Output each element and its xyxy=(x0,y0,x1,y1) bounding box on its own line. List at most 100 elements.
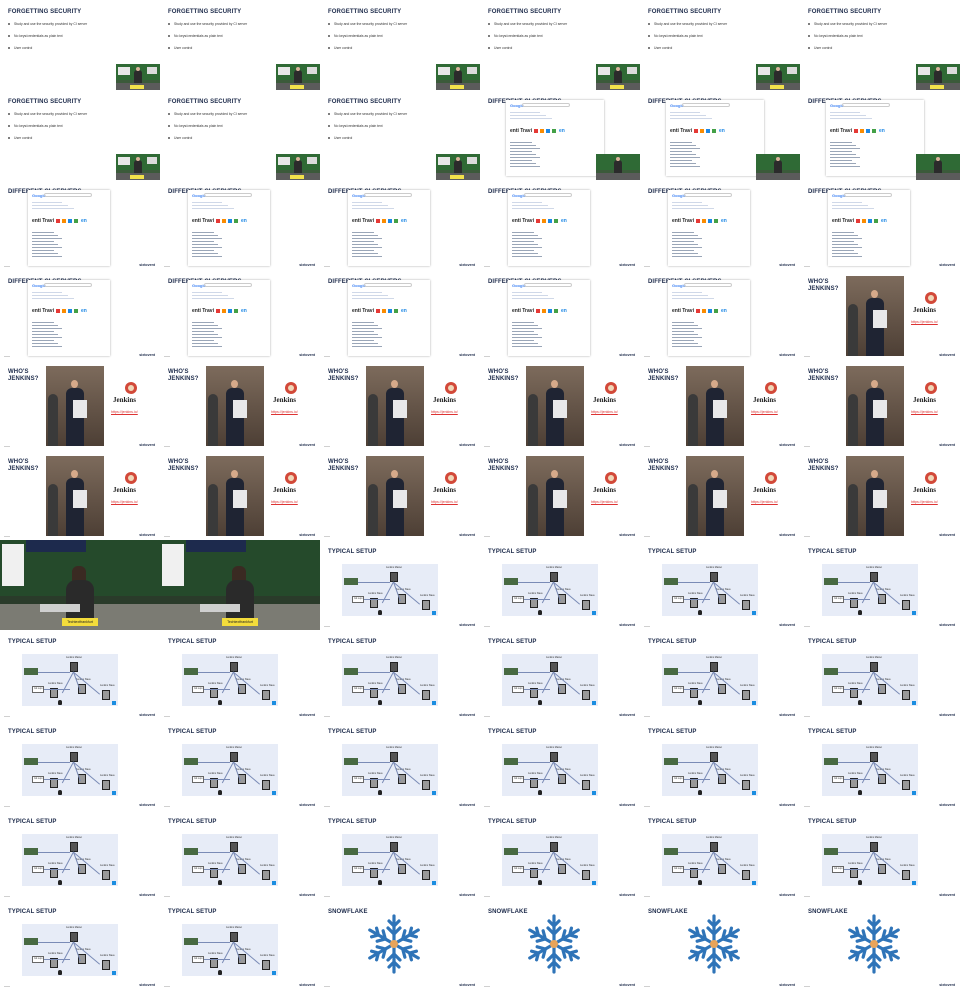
slide-thumbnail[interactable]: DIFFERENT CI SERVERSGoogleenti Traviensi… xyxy=(640,270,800,360)
slide-thumbnail[interactable]: WHO'S JENKINS? Jenkins https://jenkins.io/… xyxy=(800,270,960,360)
jenkins-link[interactable]: https://jenkins.io/ xyxy=(591,410,618,414)
slide-thumbnail[interactable]: TYPICAL SETUP Jenkins Master Git repo Jenki… xyxy=(480,540,640,630)
brand-logo: sixtovent xyxy=(939,353,955,357)
result-line xyxy=(192,298,234,299)
slide-thumbnail[interactable]: WHO'S JENKINS? Jenkins https://jenkins.io/… xyxy=(0,360,160,450)
slide-thumbnail[interactable]: TYPICAL SETUP Jenkins Master Git repo Jenki… xyxy=(160,720,320,810)
slide-thumbnail[interactable]: FORGETTING SECURITY Study and use the sec… xyxy=(320,0,480,90)
slide-thumbnail[interactable]: TYPICAL SETUP Jenkins Master Git repo Jenki… xyxy=(800,630,960,720)
jenkins-link[interactable]: https://jenkins.io/ xyxy=(431,410,458,414)
slide-thumbnail[interactable]: WHO'S JENKINS? Jenkins https://jenkins.io/… xyxy=(480,450,640,540)
slide-thumbnail[interactable]: TYPICAL SETUP Jenkins Master Git repo Jenki… xyxy=(0,900,160,990)
slide-thumbnail[interactable]: TYPICAL SETUP Jenkins Master Git repo Jenki… xyxy=(320,810,480,900)
slide-thumbnail[interactable]: TYPICAL SETUP Jenkins Master Git repo Jenki… xyxy=(320,630,480,720)
ci-logo-icon xyxy=(535,308,540,313)
slide-thumbnail[interactable]: FORGETTING SECURITY Study and use the sec… xyxy=(160,90,320,180)
list-line xyxy=(832,241,854,242)
slide-thumbnail[interactable]: WHO'S JENKINS? Jenkins https://jenkins.io/… xyxy=(800,360,960,450)
slide-thumbnail[interactable]: TYPICAL SETUP Jenkins Master Git repo Jenki… xyxy=(160,900,320,990)
slide-thumbnail[interactable]: FORGETTING SECURITY Study and use the sec… xyxy=(320,90,480,180)
slide-thumbnail[interactable]: WHO'S JENKINS? Jenkins https://jenkins.io/… xyxy=(160,360,320,450)
slide-thumbnail[interactable]: Techtextfrankfurt xyxy=(160,540,320,630)
slide-thumbnail[interactable]: TYPICAL SETUP Jenkins Master Git repo Jenki… xyxy=(480,810,640,900)
slide-thumbnail[interactable]: FORGETTING SECURITY Study and use the sec… xyxy=(0,90,160,180)
ci-logos-row: enti Travi en xyxy=(192,308,247,314)
jenkins-link[interactable]: https://jenkins.io/ xyxy=(431,500,458,504)
jenkins-link[interactable]: https://jenkins.io/ xyxy=(111,410,138,414)
slide-thumbnail[interactable]: TYPICAL SETUP Jenkins Master Git repo Jenki… xyxy=(480,630,640,720)
slide-thumbnail[interactable]: DIFFERENT CI SERVERSGoogleenti Travien xyxy=(640,90,800,180)
jenkins-slave-label: Jenkins Slave xyxy=(208,862,223,865)
slide-thumbnail[interactable]: TYPICAL SETUP Jenkins Master Git repo Jenki… xyxy=(320,540,480,630)
slide-thumbnail[interactable]: TYPICAL SETUP Jenkins Master Git repo Jenki… xyxy=(0,720,160,810)
slide-thumbnail[interactable]: WHO'S JENKINS? Jenkins https://jenkins.io/… xyxy=(160,450,320,540)
slide-thumbnail[interactable]: DIFFERENT CI SERVERSGoogleenti Traviensi… xyxy=(480,180,640,270)
slide-thumbnail[interactable]: SNOWFLAKE sixtovent xyxy=(320,900,480,990)
slide-thumbnail[interactable]: Techtextfrankfurt xyxy=(0,540,160,630)
windows-icon xyxy=(432,701,436,705)
connection-line xyxy=(204,959,230,960)
slide-thumbnail[interactable]: FORGETTING SECURITY Study and use the sec… xyxy=(160,0,320,90)
list-line xyxy=(352,247,382,248)
ci-logo-icon xyxy=(381,308,386,313)
slide-thumbnail[interactable]: TYPICAL SETUP Jenkins Master Git repo Jenki… xyxy=(800,720,960,810)
slide-thumbnail[interactable]: FORGETTING SECURITY Study and use the sec… xyxy=(800,0,960,90)
slide-thumbnail[interactable]: DIFFERENT CI SERVERSGoogleenti Traviensi… xyxy=(800,180,960,270)
slide-thumbnail[interactable]: DIFFERENT CI SERVERSGoogleenti Traviensi… xyxy=(160,270,320,360)
slide-thumbnail[interactable]: DIFFERENT CI SERVERSGoogleenti Traviensi… xyxy=(0,180,160,270)
slide-thumbnail[interactable]: DIFFERENT CI SERVERSGoogleenti Traviensi… xyxy=(320,270,480,360)
slide-thumbnail[interactable]: WHO'S JENKINS? Jenkins https://jenkins.io/… xyxy=(320,450,480,540)
jenkins-link[interactable]: https://jenkins.io/ xyxy=(751,410,778,414)
ci-logo-icon xyxy=(221,218,226,223)
slide-thumbnail[interactable]: TYPICAL SETUP Jenkins Master Git repo Jenki… xyxy=(640,630,800,720)
slide-thumbnail[interactable]: WHO'S JENKINS? Jenkins https://jenkins.io/… xyxy=(640,450,800,540)
ci-logo-icon xyxy=(871,128,876,133)
slide-thumbnail[interactable]: TYPICAL SETUP Jenkins Master Git repo Jenki… xyxy=(640,720,800,810)
jenkins-link[interactable]: https://jenkins.io/ xyxy=(911,500,938,504)
slide-thumbnail[interactable]: TYPICAL SETUP Jenkins Master Git repo Jenki… xyxy=(160,630,320,720)
jenkins-link[interactable]: https://jenkins.io/ xyxy=(591,500,618,504)
slide-thumbnail[interactable]: DIFFERENT CI SERVERSGoogleenti Traviensi… xyxy=(0,270,160,360)
slide-thumbnail[interactable]: SNOWFLAKE sixtovent xyxy=(800,900,960,990)
ci-logo-icon xyxy=(867,218,872,223)
slide-thumbnail[interactable]: DIFFERENT CI SERVERSGoogleenti Travien xyxy=(480,90,640,180)
slide-thumbnail[interactable]: DIFFERENT CI SERVERSGoogleenti Travien xyxy=(800,90,960,180)
slide-thumbnail[interactable]: SNOWFLAKE sixtovent xyxy=(640,900,800,990)
jenkins-link[interactable]: https://jenkins.io/ xyxy=(751,500,778,504)
windows-icon xyxy=(272,701,276,705)
jenkins-link[interactable]: https://jenkins.io/ xyxy=(911,320,938,324)
slide-thumbnail[interactable]: SNOWFLAKE sixtovent xyxy=(480,900,640,990)
page-number-mark xyxy=(164,536,170,537)
slide-thumbnail[interactable]: FORGETTING SECURITY Study and use the sec… xyxy=(0,0,160,90)
presenter-video-thumbnail xyxy=(756,154,800,180)
slide-thumbnail[interactable]: WHO'S JENKINS? Jenkins https://jenkins.io/… xyxy=(0,450,160,540)
slide-thumbnail[interactable]: WHO'S JENKINS? Jenkins https://jenkins.io/… xyxy=(320,360,480,450)
slide-thumbnail[interactable]: TYPICAL SETUP Jenkins Master Git repo Jenki… xyxy=(0,630,160,720)
slide-thumbnail[interactable]: WHO'S JENKINS? Jenkins https://jenkins.io/… xyxy=(480,360,640,450)
slide-thumbnail[interactable]: DIFFERENT CI SERVERSGoogleenti Traviensi… xyxy=(160,180,320,270)
jenkins-link[interactable]: https://jenkins.io/ xyxy=(271,500,298,504)
slide-thumbnail[interactable]: TYPICAL SETUP Jenkins Master Git repo Jenki… xyxy=(640,810,800,900)
jenkins-link[interactable]: https://jenkins.io/ xyxy=(111,500,138,504)
slide-thumbnail[interactable]: DIFFERENT CI SERVERSGoogleenti Traviensi… xyxy=(480,270,640,360)
speaker xyxy=(66,580,94,620)
connection-line xyxy=(198,672,230,673)
slide-thumbnail[interactable]: WHO'S JENKINS? Jenkins https://jenkins.io/… xyxy=(640,360,800,450)
slide-thumbnail[interactable]: WHO'S JENKINS? Jenkins https://jenkins.io/… xyxy=(800,450,960,540)
jenkins-link[interactable]: https://jenkins.io/ xyxy=(911,410,938,414)
slide-thumbnail[interactable]: TYPICAL SETUP Jenkins Master Git repo Jenki… xyxy=(800,540,960,630)
slide-thumbnail[interactable]: TYPICAL SETUP Jenkins Master Git repo Jenki… xyxy=(480,720,640,810)
jenkins-master-label: Jenkins Master xyxy=(226,926,243,929)
jenkins-link[interactable]: https://jenkins.io/ xyxy=(271,410,298,414)
slide-thumbnail[interactable]: FORGETTING SECURITY Study and use the sec… xyxy=(640,0,800,90)
slide-thumbnail[interactable]: TYPICAL SETUP Jenkins Master Git repo Jenki… xyxy=(800,810,960,900)
slide-thumbnail[interactable]: TYPICAL SETUP Jenkins Master Git repo Jenki… xyxy=(640,540,800,630)
list-line xyxy=(192,244,218,245)
slide-thumbnail[interactable]: TYPICAL SETUP Jenkins Master Git repo Jenki… xyxy=(320,720,480,810)
slide-thumbnail[interactable]: TYPICAL SETUP Jenkins Master Git repo Jenki… xyxy=(160,810,320,900)
git-repo-label: Git repo xyxy=(354,597,363,600)
slide-thumbnail[interactable]: DIFFERENT CI SERVERSGoogleenti Traviensi… xyxy=(320,180,480,270)
slide-thumbnail[interactable]: FORGETTING SECURITY Study and use the sec… xyxy=(480,0,640,90)
slide-thumbnail[interactable]: DIFFERENT CI SERVERSGoogleenti Traviensi… xyxy=(640,180,800,270)
slide-thumbnail[interactable]: TYPICAL SETUP Jenkins Master Git repo Jenki… xyxy=(0,810,160,900)
